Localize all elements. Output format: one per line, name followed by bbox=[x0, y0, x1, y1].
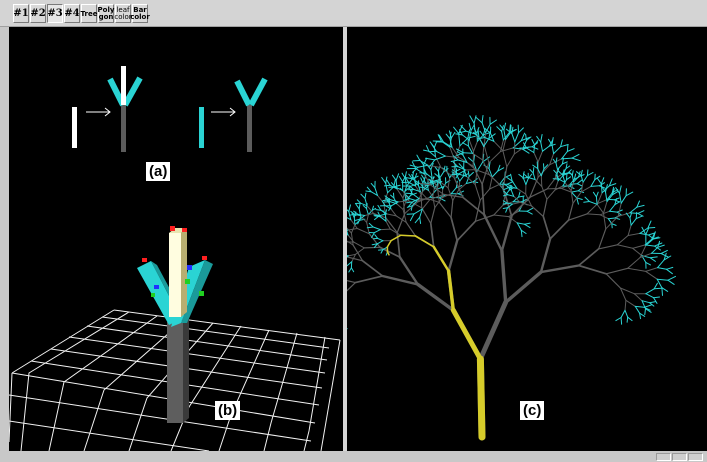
polygon-button-line2: gon bbox=[98, 12, 114, 21]
rule-arrow-1 bbox=[86, 107, 111, 117]
rule-diagram bbox=[72, 66, 268, 152]
status-bar bbox=[0, 451, 707, 462]
rule1-upper-bar bbox=[121, 66, 126, 105]
right-viewport[interactable]: (c) bbox=[347, 27, 707, 451]
highlighted-path bbox=[386, 234, 486, 441]
toolbar: #1 #2 #3 #4 Tree Poly gon leaf color Bar… bbox=[0, 0, 707, 27]
bar-color-line2: color bbox=[130, 12, 150, 21]
leaf-color-button[interactable]: leaf color bbox=[114, 4, 132, 23]
rule1-stem bbox=[121, 105, 126, 152]
left-viewport[interactable]: (a) (b) bbox=[9, 27, 343, 451]
label-b: (b) bbox=[215, 401, 241, 420]
leaf-color-line2: color bbox=[114, 12, 132, 21]
view-1-button[interactable]: #1 bbox=[13, 4, 29, 23]
view-4-button[interactable]: #4 bbox=[64, 4, 80, 23]
rule2-stem bbox=[247, 105, 252, 152]
status-cell-1 bbox=[656, 453, 671, 461]
rule2-initial-bar bbox=[199, 107, 204, 148]
rule-initial-bar bbox=[72, 107, 77, 148]
label-a: (a) bbox=[146, 162, 171, 181]
status-cell-3 bbox=[688, 453, 703, 461]
view-3-button[interactable]: #3 bbox=[47, 4, 63, 23]
tree-branches bbox=[347, 115, 676, 441]
polygon-button[interactable]: Poly gon bbox=[98, 4, 114, 23]
label-c: (c) bbox=[520, 401, 545, 420]
view-2-button[interactable]: #2 bbox=[30, 4, 46, 23]
status-cell-2 bbox=[672, 453, 687, 461]
3d-branch-model bbox=[137, 226, 213, 423]
rule-arrow-2 bbox=[211, 107, 236, 117]
bar-color-button[interactable]: Bar color bbox=[130, 4, 150, 23]
left-viewport-canvas bbox=[9, 66, 341, 451]
tree-button[interactable]: Tree bbox=[81, 4, 97, 23]
fractal-tree bbox=[347, 115, 676, 441]
